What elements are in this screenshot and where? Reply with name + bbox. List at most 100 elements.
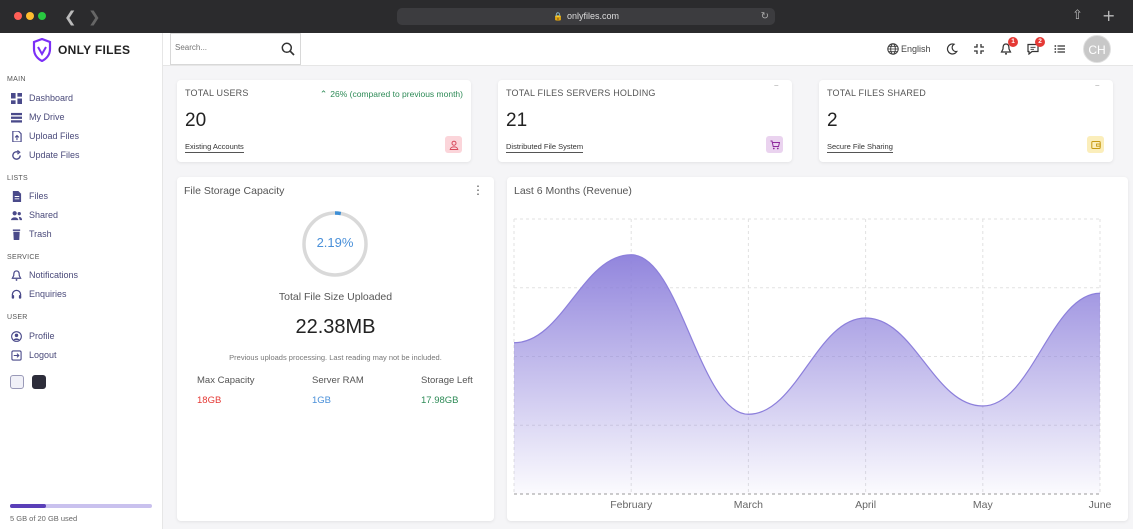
upload-icon [10,130,22,142]
messages-badge: 2 [1035,37,1045,47]
server-ram-value: 1GB [312,395,332,406]
sidebar-item-label: Files [29,191,49,201]
stat-link[interactable]: Existing Accounts [185,142,244,153]
language-selector[interactable]: English [887,42,931,56]
brand-logo[interactable]: ONLY FILES [0,33,163,66]
wallet-icon [1090,140,1101,149]
sidebar-item-label: Notifications [29,270,79,280]
storage-left-label: Storage Left [421,375,473,386]
sidebar-item-my-drive[interactable]: My Drive [10,108,65,126]
sidebar-item-label: Shared [29,210,59,220]
x-tick-label: April [855,499,876,511]
stat-card-files-servers: TOTAL FILES SERVERS HOLDING ‾ 21 Distrib… [498,80,792,162]
reload-icon[interactable]: ↻ [761,8,769,25]
refresh-icon [10,149,22,161]
search-icon[interactable] [281,42,295,56]
file-storage-card: File Storage Capacity ⋮ 2.19% Total File… [177,177,494,521]
avatar[interactable]: CH [1083,35,1111,63]
sidebar-item-update-files[interactable]: Update Files [10,146,80,164]
max-capacity-value: 18GB [197,395,222,406]
app: ONLY FILES MAIN Dashboard My Drive Uploa… [0,33,1133,529]
stat-title: TOTAL USERS [185,88,249,98]
forward-arrow-icon[interactable]: ❯ [88,8,101,26]
x-tick-label: June [1089,499,1112,511]
sidebar-item-logout[interactable]: Logout [10,346,57,364]
loading-indicator-icon: ‾ [1095,85,1099,96]
search-input[interactable] [175,43,275,52]
stat-title: TOTAL FILES SERVERS HOLDING [506,88,656,98]
sidebar-item-profile[interactable]: Profile [10,327,55,345]
trash-icon [10,228,22,240]
notifications-button[interactable]: 1 [1000,37,1018,56]
compress-icon [974,44,984,54]
sidebar-item-label: Logout [29,350,57,360]
storage-left-value: 17.98GB [421,395,459,406]
globe-icon [887,43,899,55]
kebab-menu-icon[interactable]: ⋮ [472,183,484,197]
sidebar-item-notifications[interactable]: Notifications [10,266,78,284]
sidebar-item-enquiries[interactable]: Enquiries [10,285,67,303]
stat-link[interactable]: Secure File Sharing [827,142,893,153]
processing-note: Previous uploads processing. Last readin… [229,353,442,362]
stat-value: 21 [506,110,528,131]
sidebar-item-shared[interactable]: Shared [10,206,58,224]
sidebar-item-dashboard[interactable]: Dashboard [10,89,73,107]
sidebar-item-label: Dashboard [29,93,74,103]
bell-icon [10,269,22,281]
x-tick-label: March [734,499,763,511]
chevron-up-icon: ⌃ [319,90,328,100]
list-icon [1054,45,1065,53]
stat-value: 2 [827,110,838,131]
x-tick-label: February [610,499,653,511]
x-axis-ticks: February March April May June [610,499,1111,511]
storage-usage-bar [10,504,152,508]
sidebar-section-lists: LISTS [7,175,28,182]
stat-title: TOTAL FILES SHARED [827,88,926,98]
lock-icon: 🔒 [553,12,563,21]
stat-link[interactable]: Distributed File System [506,142,584,153]
stat-value: 20 [185,110,207,131]
sidebar-item-label: Trash [29,229,52,239]
sidebar-section-user: USER [7,314,28,321]
language-label: English [901,44,931,54]
stat-card-files-shared: TOTAL FILES SHARED ‾ 2 Secure File Shari… [819,80,1113,162]
url-text: onlyfiles.com [566,11,619,21]
browser-chrome: ❮ ❯ 🔒 onlyfiles.com ↻ ⇧ + [0,0,1133,33]
user-circle-icon [10,330,22,342]
headset-icon [10,288,22,300]
sidebar: ONLY FILES MAIN Dashboard My Drive Uploa… [0,33,163,529]
user-icon [449,140,458,150]
uploaded-value: 22.38MB [295,316,376,338]
uploaded-label: Total File Size Uploaded [278,291,393,303]
card-title: File Storage Capacity [184,185,285,197]
revenue-area-chart: February March April May June [513,218,1112,511]
sidebar-item-files[interactable]: Files [10,187,48,205]
sidebar-item-upload-files[interactable]: Upload Files [10,127,79,145]
back-arrow-icon[interactable]: ❮ [64,8,77,26]
new-tab-icon[interactable]: + [1102,6,1115,25]
share-icon[interactable]: ⇧ [1072,8,1083,23]
search-box [170,33,301,65]
close-window-button[interactable] [14,12,22,20]
fullscreen-toggle[interactable] [973,42,985,56]
storage-usage-text: 5 GB of 20 GB used [10,514,78,523]
sidebar-section-main: MAIN [7,76,26,83]
menu-list-button[interactable] [1054,42,1066,56]
sidebar-item-trash[interactable]: Trash [10,225,52,243]
address-bar[interactable]: 🔒 onlyfiles.com ↻ [397,8,775,25]
revenue-area [514,254,1100,494]
sidebar-item-label: Upload Files [29,131,80,141]
topbar: English 1 2 CH [163,33,1133,66]
dark-mode-toggle[interactable] [946,42,958,56]
messages-button[interactable]: 2 [1027,37,1045,56]
light-theme-swatch[interactable] [10,375,24,389]
sidebar-item-label: Enquiries [29,289,67,299]
sidebar-section-service: SERVICE [7,254,40,261]
sidebar-item-label: Profile [29,331,55,341]
stat-icon-box [1087,136,1104,153]
maximize-window-button[interactable] [38,12,46,20]
sidebar-item-label: My Drive [29,112,65,122]
dark-theme-swatch[interactable] [32,375,46,389]
minimize-window-button[interactable] [26,12,34,20]
users-icon [10,209,22,221]
